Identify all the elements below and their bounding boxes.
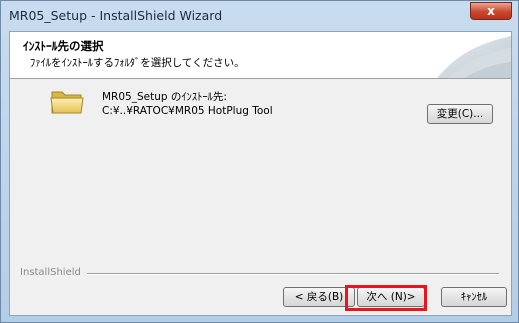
footer-divider	[20, 273, 499, 275]
folder-icon	[50, 91, 84, 114]
install-destination-label: MR05_Setup のｲﾝｽﾄｰﾙ先:	[102, 91, 227, 103]
installshield-brand-label: InstallShield	[20, 267, 87, 278]
page-subtitle: ﾌｧｲﾙをｲﾝｽﾄｰﾙするﾌｫﾙﾀﾞを選択してください。	[30, 57, 245, 69]
installer-window: MR05_Setup - InstallShield Wizard x ｲﾝｽﾄ…	[0, 0, 519, 323]
close-icon: x	[487, 4, 495, 18]
next-button[interactable]: 次へ (N)>	[357, 287, 425, 307]
close-button[interactable]: x	[470, 2, 512, 20]
back-button[interactable]: < 戻る(B)	[283, 287, 355, 307]
install-destination-path: C:¥..¥RATOC¥MR05 HotPlug Tool	[102, 105, 273, 117]
change-button[interactable]: 変更(C)...	[427, 104, 493, 124]
installshield-banner-icon	[437, 36, 511, 78]
cancel-button[interactable]: ｷｬﾝｾﾙ	[441, 287, 507, 307]
title-bar[interactable]: MR05_Setup - InstallShield Wizard x	[1, 1, 518, 31]
wizard-header: ｲﾝｽﾄｰﾙ先の選択 ﾌｧｲﾙをｲﾝｽﾄｰﾙするﾌｫﾙﾀﾞを選択してください。	[10, 32, 511, 79]
page-title: ｲﾝｽﾄｰﾙ先の選択	[23, 39, 104, 53]
wizard-body: ｲﾝｽﾄｰﾙ先の選択 ﾌｧｲﾙをｲﾝｽﾄｰﾙするﾌｫﾙﾀﾞを選択してください。	[9, 31, 512, 316]
window-title: MR05_Setup - InstallShield Wizard	[9, 8, 223, 23]
